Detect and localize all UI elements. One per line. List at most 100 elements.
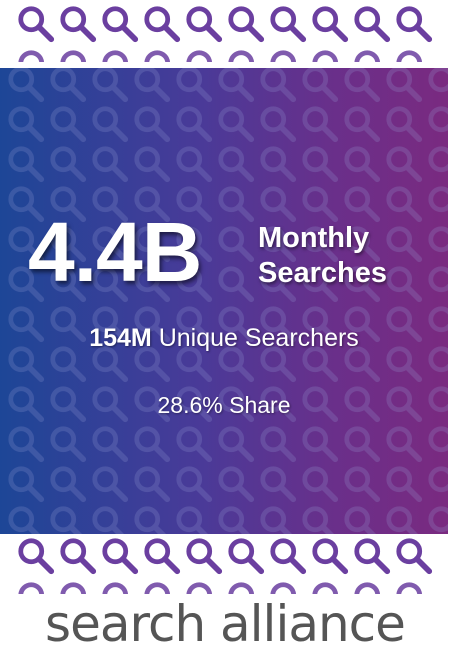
magnifier-icon bbox=[431, 509, 448, 534]
magnifier-icon bbox=[263, 469, 293, 499]
magnifier-icon bbox=[137, 469, 167, 499]
magnifier-icon bbox=[273, 53, 303, 62]
magnifier-icon bbox=[221, 429, 251, 459]
magnifier-icon bbox=[231, 9, 261, 39]
magnifier-icon bbox=[179, 469, 209, 499]
magnifier-icon bbox=[105, 53, 135, 62]
magnifier-icon bbox=[21, 585, 51, 594]
magnifier-icon bbox=[231, 53, 261, 62]
unique-searchers: 154M Unique Searchers bbox=[0, 324, 448, 353]
magnifier-icon bbox=[221, 109, 251, 139]
magnifier-icon bbox=[95, 109, 125, 139]
magnifier-icon bbox=[221, 349, 251, 379]
magnifier-icon bbox=[263, 109, 293, 139]
magnifier-icon bbox=[305, 469, 335, 499]
magnifier-icon bbox=[137, 69, 167, 99]
magnifier-icon bbox=[431, 349, 448, 379]
magnifier-icon bbox=[53, 429, 83, 459]
magnifier-icon bbox=[263, 509, 293, 534]
magnifier-icon bbox=[11, 69, 41, 99]
magnifier-icon bbox=[53, 349, 83, 379]
magnifier-icon bbox=[53, 509, 83, 534]
magnifier-icon bbox=[347, 149, 377, 179]
monthly-searches-label: Monthly Searches bbox=[258, 221, 438, 291]
magnifier-icon bbox=[305, 149, 335, 179]
magnifier-icon bbox=[399, 585, 429, 594]
magnifier-icon bbox=[11, 509, 41, 534]
magnifier-icon bbox=[431, 469, 448, 499]
magnifier-icon bbox=[399, 53, 429, 62]
magnifier-icon bbox=[357, 53, 387, 62]
magnifier-icon bbox=[221, 509, 251, 534]
magnifier-icon bbox=[11, 469, 41, 499]
magnifier-icon bbox=[147, 541, 177, 571]
magnifier-icon bbox=[389, 109, 419, 139]
magnifier-icon bbox=[389, 69, 419, 99]
magnifier-icon bbox=[53, 149, 83, 179]
magnifier-icon bbox=[189, 9, 219, 39]
magnifier-icon bbox=[137, 349, 167, 379]
magnifier-icon bbox=[389, 509, 419, 534]
magnifier-icon bbox=[347, 109, 377, 139]
magnifier-icon bbox=[263, 189, 293, 219]
magnifier-icon bbox=[137, 509, 167, 534]
brand-wordmark: search alliance bbox=[45, 595, 406, 653]
magnifier-icon bbox=[179, 69, 209, 99]
magnifier-icon bbox=[179, 429, 209, 459]
unique-searchers-label: Unique Searchers bbox=[158, 324, 359, 352]
magnifier-icon bbox=[179, 149, 209, 179]
magnifier-icon bbox=[63, 585, 93, 594]
magnifier-icon bbox=[347, 469, 377, 499]
magnifier-icon bbox=[305, 429, 335, 459]
magnifier-icon bbox=[347, 509, 377, 534]
magnifier-icon bbox=[231, 541, 261, 571]
magnifier-icon bbox=[105, 541, 135, 571]
magnifier-icon bbox=[179, 109, 209, 139]
magnifier-icon bbox=[347, 189, 377, 219]
market-share: 28.6% Share bbox=[157, 392, 291, 418]
magnifier-icon bbox=[305, 109, 335, 139]
magnifier-icon-row-bottom bbox=[16, 536, 436, 594]
magnifier-icon bbox=[63, 53, 93, 62]
magnifier-icon bbox=[63, 9, 93, 39]
magnifier-icon-row-top bbox=[16, 4, 436, 62]
magnifier-pattern bbox=[0, 68, 448, 534]
magnifier-icon bbox=[263, 149, 293, 179]
label-line-2: Searches bbox=[258, 257, 387, 289]
magnifier-icon bbox=[63, 541, 93, 571]
magnifier-icon bbox=[221, 469, 251, 499]
magnifier-icon bbox=[315, 9, 345, 39]
magnifier-icon bbox=[347, 429, 377, 459]
monthly-searches-value: 4.4B bbox=[28, 205, 202, 299]
magnifier-icon bbox=[95, 149, 125, 179]
magnifier-icon bbox=[147, 9, 177, 39]
magnifier-icon bbox=[95, 349, 125, 379]
magnifier-icon bbox=[179, 349, 209, 379]
magnifier-icon bbox=[105, 9, 135, 39]
magnifier-icon bbox=[11, 109, 41, 139]
magnifier-icon bbox=[263, 429, 293, 459]
magnifier-icon bbox=[263, 69, 293, 99]
magnifier-icon bbox=[305, 189, 335, 219]
magnifier-icon bbox=[399, 541, 429, 571]
magnifier-icon bbox=[357, 541, 387, 571]
magnifier-icon bbox=[105, 585, 135, 594]
magnifier-icon bbox=[273, 585, 303, 594]
magnifier-icon bbox=[11, 349, 41, 379]
magnifier-icon bbox=[189, 585, 219, 594]
magnifier-icon bbox=[179, 509, 209, 534]
magnifier-icon bbox=[11, 149, 41, 179]
label-line-1: Monthly bbox=[258, 222, 370, 254]
magnifier-icon bbox=[431, 149, 448, 179]
magnifier-icon bbox=[347, 349, 377, 379]
stats-panel bbox=[0, 68, 448, 534]
magnifier-icon bbox=[315, 585, 345, 594]
magnifier-icon bbox=[431, 429, 448, 459]
magnifier-icon bbox=[389, 149, 419, 179]
magnifier-icon bbox=[189, 53, 219, 62]
magnifier-icon bbox=[389, 349, 419, 379]
magnifier-icon bbox=[53, 469, 83, 499]
magnifier-icon bbox=[21, 541, 51, 571]
magnifier-icon bbox=[357, 585, 387, 594]
magnifier-icon bbox=[11, 429, 41, 459]
